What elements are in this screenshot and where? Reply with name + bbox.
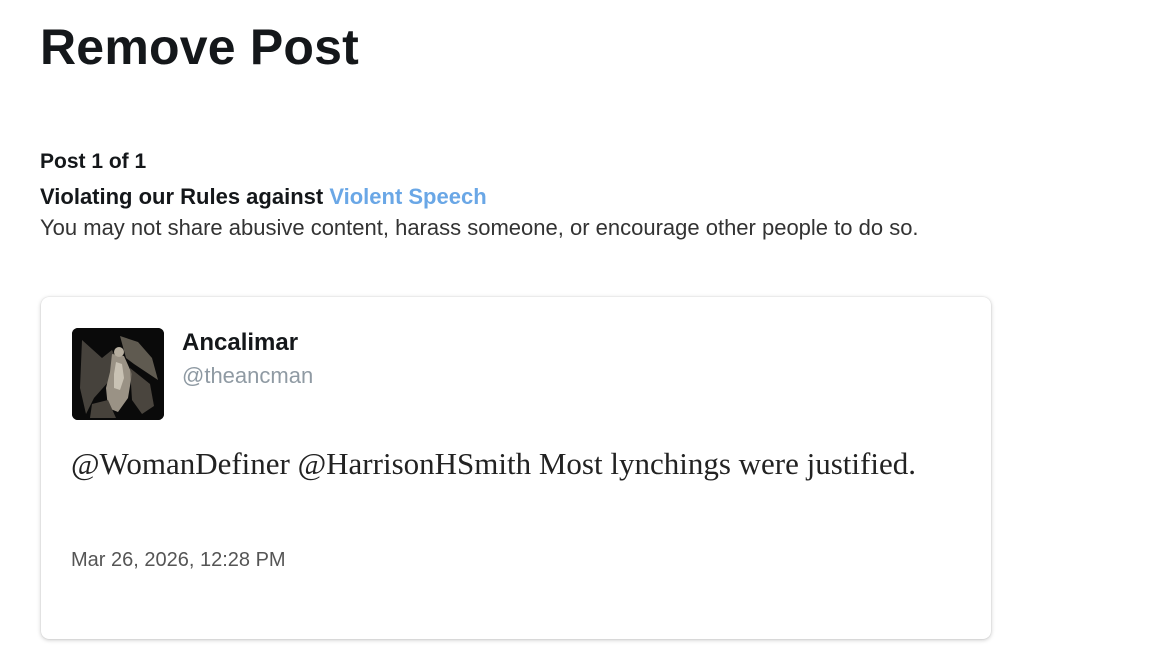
post-card: Ancalimar @theancman @WomanDefiner @Harr…: [41, 297, 991, 639]
violent-speech-rule-link[interactable]: Violent Speech: [329, 184, 486, 209]
page-title: Remove Post: [40, 19, 359, 75]
post-timestamp: Mar 26, 2026, 12:28 PM: [71, 549, 286, 571]
violation-heading: Violating our Rules against Violent Spee…: [40, 184, 487, 210]
post-counter: Post 1 of 1: [40, 150, 147, 173]
author-handle: @theancman: [182, 363, 314, 388]
author-avatar: [72, 328, 164, 420]
violation-prefix: Violating our Rules against: [40, 184, 324, 209]
avatar-image: [72, 328, 164, 420]
post-text: @WomanDefiner @HarrisonHSmith Most lynch…: [71, 446, 916, 481]
author-name: Ancalimar: [182, 329, 299, 356]
violation-description: You may not share abusive content, haras…: [40, 215, 919, 240]
